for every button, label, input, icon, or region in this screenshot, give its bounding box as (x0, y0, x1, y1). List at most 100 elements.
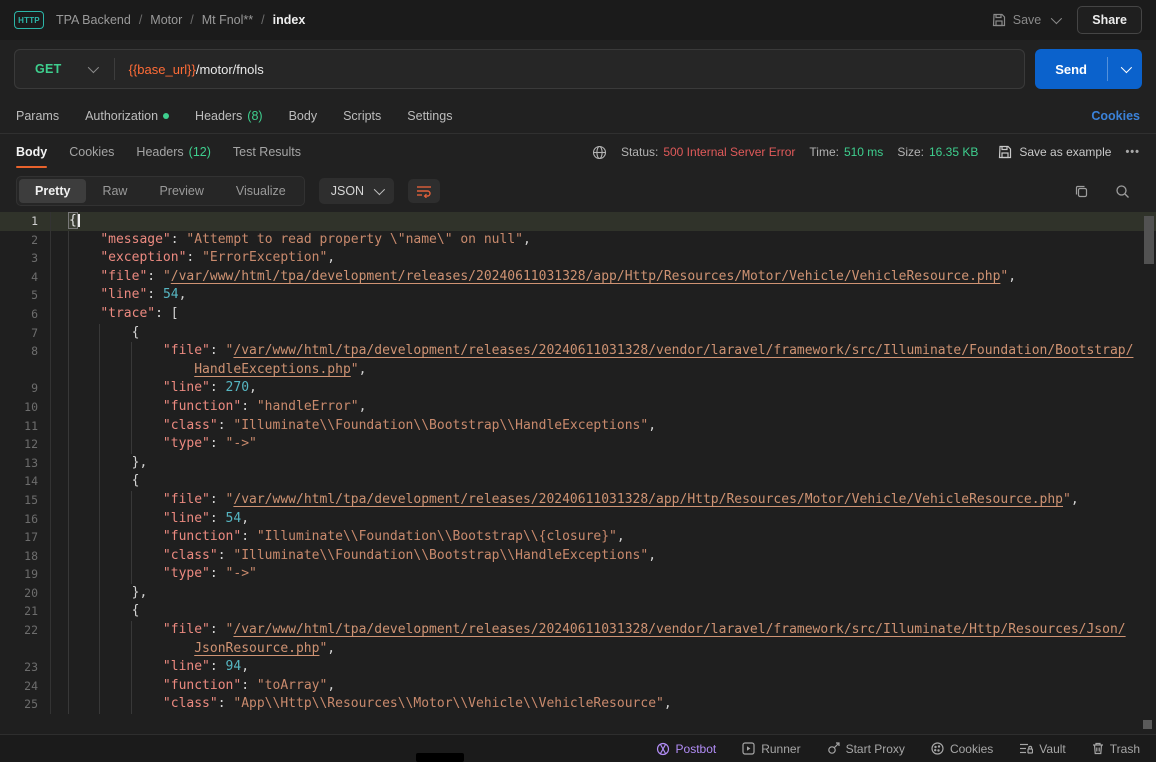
code-token (69, 622, 163, 637)
breadcrumb-collection[interactable]: TPA Backend (56, 13, 131, 27)
code-token: "line" (163, 659, 210, 674)
file-path-link[interactable]: JsonResource.php (194, 641, 319, 656)
code-token: : (186, 250, 202, 265)
response-tab-cookies[interactable]: Cookies (69, 134, 114, 170)
view-tab-pretty[interactable]: Pretty (19, 179, 86, 203)
text-cursor (78, 214, 80, 227)
indent-guide (99, 324, 100, 343)
format-dropdown[interactable]: JSON (319, 178, 394, 204)
code-token: , (327, 250, 335, 265)
method-selector[interactable]: GET (15, 62, 114, 76)
indent-guide (99, 547, 100, 566)
copy-icon[interactable] (1074, 184, 1089, 199)
code-token: : (218, 696, 234, 711)
code-line: 7 { (0, 324, 1156, 343)
code-line: JsonResource.php", (0, 640, 1156, 659)
cookies-button[interactable]: Cookies (931, 742, 993, 756)
tab-settings[interactable]: Settings (407, 109, 452, 123)
response-status: Status:500 Internal Server Error (621, 145, 795, 159)
headers-count: (8) (247, 109, 262, 123)
code-token: : (155, 306, 171, 321)
breadcrumb-folder[interactable]: Motor (150, 13, 182, 27)
code-token (69, 603, 132, 618)
cookies-link[interactable]: Cookies (1091, 109, 1140, 123)
code-token: "file" (163, 343, 210, 358)
send-options-chevron-icon[interactable] (1108, 49, 1142, 89)
url-input[interactable]: {{base_url}}/motor/fnols (115, 62, 264, 77)
indent-guide (131, 510, 132, 529)
response-tab-test-results[interactable]: Test Results (233, 134, 301, 170)
request-row: GET {{base_url}}/motor/fnols Send (0, 40, 1156, 98)
indent-guide (131, 435, 132, 454)
response-body-editor[interactable]: 1{2 "message": "Attempt to read property… (0, 212, 1156, 734)
code-token: { (132, 325, 140, 340)
code-token (69, 511, 163, 526)
line-number: 10 (0, 398, 50, 417)
indent-guide (68, 584, 69, 603)
code-token (69, 566, 163, 581)
tab-body[interactable]: Body (289, 109, 318, 123)
code-token: , (327, 678, 335, 693)
code-token (69, 287, 100, 302)
runner-button[interactable]: Runner (742, 742, 800, 756)
tab-scripts[interactable]: Scripts (343, 109, 381, 123)
view-tab-preview[interactable]: Preview (143, 179, 219, 203)
file-path-link[interactable]: /var/www/html/tpa/development/releases/2… (233, 622, 1125, 637)
share-button[interactable]: Share (1077, 6, 1142, 34)
tab-headers[interactable]: Headers(8) (195, 109, 263, 123)
line-number: 23 (0, 658, 50, 677)
line-number: 17 (0, 528, 50, 547)
response-tab-body[interactable]: Body (16, 134, 47, 170)
search-icon[interactable] (1115, 184, 1130, 199)
breadcrumb-subfolder[interactable]: Mt Fnol** (202, 13, 253, 27)
code-token (69, 250, 100, 265)
file-path-link[interactable]: /var/www/html/tpa/development/releases/2… (233, 343, 1133, 358)
code-line: 23 "line": 94, (0, 658, 1156, 677)
start-proxy-button[interactable]: Start Proxy (827, 742, 905, 756)
network-globe-icon[interactable] (592, 145, 607, 160)
code-token: , (179, 287, 187, 302)
wrap-text-button[interactable] (408, 179, 440, 203)
code-token: "handleError" (257, 399, 359, 414)
code-token: "function" (163, 399, 241, 414)
indent-guide (68, 305, 69, 324)
trash-button[interactable]: Trash (1092, 742, 1140, 756)
indent-guide (99, 602, 100, 621)
save-options-chevron-icon[interactable] (1051, 13, 1062, 24)
file-path-link[interactable]: HandleExceptions.php (194, 362, 351, 377)
code-token: , (1008, 269, 1016, 284)
indent-guide (99, 472, 100, 491)
indent-guide (131, 342, 132, 361)
code-line: 8 "file": "/var/www/html/tpa/development… (0, 342, 1156, 361)
send-label[interactable]: Send (1035, 49, 1107, 89)
line-number: 11 (0, 417, 50, 436)
view-tab-visualize[interactable]: Visualize (220, 179, 302, 203)
save-button[interactable]: Save (992, 13, 1042, 27)
view-tab-raw[interactable]: Raw (86, 179, 143, 203)
tab-params[interactable]: Params (16, 109, 59, 123)
file-path-link[interactable]: /var/www/html/tpa/development/releases/2… (171, 269, 1001, 284)
indent-guide (99, 491, 100, 510)
indent-guide (68, 491, 69, 510)
code-line: 4 "file": "/var/www/html/tpa/development… (0, 268, 1156, 287)
more-options-icon[interactable]: ••• (1125, 146, 1140, 158)
line-number: 3 (0, 249, 50, 268)
save-as-example-button[interactable]: Save as example (998, 145, 1111, 159)
save-label: Save (1013, 13, 1042, 27)
breadcrumb-request-name[interactable]: index (273, 13, 306, 27)
indent-guide (99, 677, 100, 696)
indent-guide (131, 417, 132, 436)
indent-guide (99, 640, 100, 659)
tab-authorization[interactable]: Authorization (85, 109, 169, 123)
method-label: GET (35, 62, 62, 76)
postbot-button[interactable]: Postbot (656, 742, 717, 756)
indent-guide (68, 472, 69, 491)
response-tab-headers[interactable]: Headers(12) (136, 134, 210, 170)
vertical-scrollbar-thumb[interactable] (1144, 216, 1154, 264)
file-path-link[interactable]: /var/www/html/tpa/development/releases/2… (233, 492, 1063, 507)
send-button[interactable]: Send (1035, 49, 1142, 89)
code-token: " (1063, 492, 1071, 507)
vault-button[interactable]: Vault (1019, 742, 1065, 756)
line-number: 24 (0, 677, 50, 696)
indent-guide (99, 658, 100, 677)
